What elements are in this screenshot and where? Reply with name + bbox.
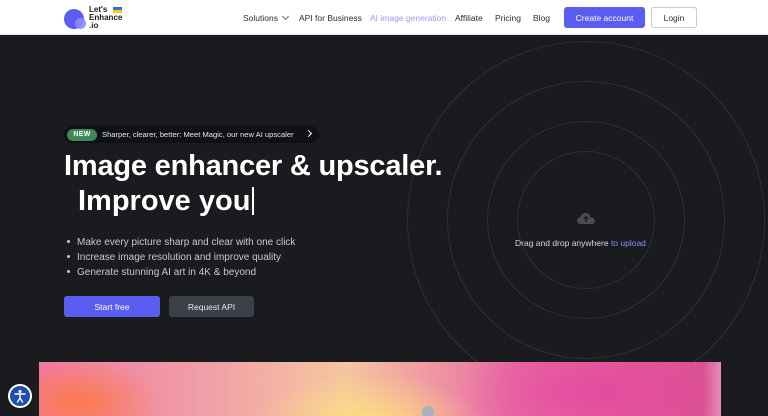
announcement-text: Sharper, clearer, better: Meet Magic, ou… [102,130,294,139]
new-badge: NEW [67,128,97,141]
typing-caret [252,187,255,215]
ukraine-flag-icon [113,7,122,13]
nav-item-pricing[interactable]: Pricing [495,13,521,23]
top-navbar: Let's Enhance .io Solutions API for Busi… [0,0,768,35]
accessibility-person-icon [14,390,26,403]
hero-title: Image enhancer & upscaler. [64,150,443,182]
request-api-button[interactable]: Request API [169,296,254,317]
chevron-right-icon [304,129,313,138]
nav-item-ai-image-generation[interactable]: AI image generation [370,13,446,23]
login-button[interactable]: Login [651,7,697,28]
start-free-button[interactable]: Start free [64,296,160,317]
nav-item-blog[interactable]: Blog [533,13,550,23]
feature-item: Increase image resolution and improve qu… [67,250,295,265]
announcement-pill[interactable]: NEW Sharper, clearer, better: Meet Magic… [64,126,319,143]
nav-item-api-for-business[interactable]: API for Business [299,13,362,23]
nav-item-affiliate[interactable]: Affiliate [455,13,483,23]
feature-item: Make every picture sharp and clear with … [67,235,295,250]
chevron-down-icon [281,12,290,21]
hero-preview-image [39,362,721,416]
nav-item-solutions[interactable]: Solutions [243,12,290,23]
feature-list: Make every picture sharp and clear with … [67,235,295,280]
feature-item: Generate stunning AI art in 4K & beyond [67,265,295,280]
upload-link[interactable]: to upload [611,238,646,248]
create-account-button[interactable]: Create account [564,7,645,28]
cloud-upload-icon [577,213,595,224]
logo-mark-icon [64,7,86,29]
accessibility-icon[interactable] [8,384,32,408]
hero-title-typed: Improve you [78,184,255,218]
upload-dropzone-text[interactable]: Drag and drop anywhere to upload [515,238,646,248]
